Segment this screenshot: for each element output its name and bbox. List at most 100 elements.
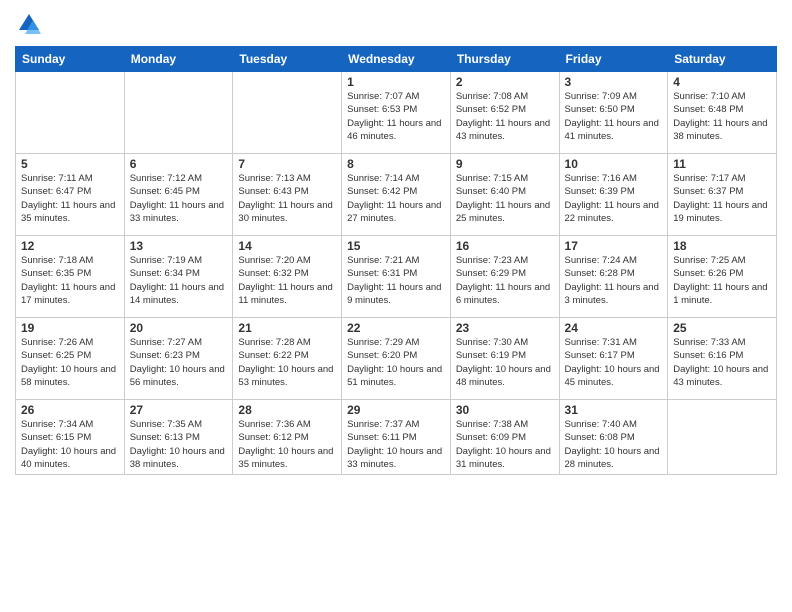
day-cell: 23Sunrise: 7:30 AM Sunset: 6:19 PM Dayli… bbox=[450, 318, 559, 400]
day-info: Sunrise: 7:21 AM Sunset: 6:31 PM Dayligh… bbox=[347, 254, 445, 307]
day-info: Sunrise: 7:29 AM Sunset: 6:20 PM Dayligh… bbox=[347, 336, 445, 389]
day-cell: 3Sunrise: 7:09 AM Sunset: 6:50 PM Daylig… bbox=[559, 72, 668, 154]
day-cell: 12Sunrise: 7:18 AM Sunset: 6:35 PM Dayli… bbox=[16, 236, 125, 318]
day-cell: 14Sunrise: 7:20 AM Sunset: 6:32 PM Dayli… bbox=[233, 236, 342, 318]
day-info: Sunrise: 7:34 AM Sunset: 6:15 PM Dayligh… bbox=[21, 418, 119, 471]
day-number: 10 bbox=[565, 157, 663, 171]
day-cell: 18Sunrise: 7:25 AM Sunset: 6:26 PM Dayli… bbox=[668, 236, 777, 318]
day-number: 20 bbox=[130, 321, 228, 335]
day-cell: 21Sunrise: 7:28 AM Sunset: 6:22 PM Dayli… bbox=[233, 318, 342, 400]
day-number: 24 bbox=[565, 321, 663, 335]
day-info: Sunrise: 7:16 AM Sunset: 6:39 PM Dayligh… bbox=[565, 172, 663, 225]
day-cell: 2Sunrise: 7:08 AM Sunset: 6:52 PM Daylig… bbox=[450, 72, 559, 154]
day-number: 7 bbox=[238, 157, 336, 171]
day-info: Sunrise: 7:13 AM Sunset: 6:43 PM Dayligh… bbox=[238, 172, 336, 225]
logo bbox=[15, 10, 47, 38]
weekday-sunday: Sunday bbox=[16, 47, 125, 72]
week-row-3: 19Sunrise: 7:26 AM Sunset: 6:25 PM Dayli… bbox=[16, 318, 777, 400]
day-cell: 6Sunrise: 7:12 AM Sunset: 6:45 PM Daylig… bbox=[124, 154, 233, 236]
calendar-body: 1Sunrise: 7:07 AM Sunset: 6:53 PM Daylig… bbox=[16, 72, 777, 475]
day-number: 19 bbox=[21, 321, 119, 335]
day-number: 3 bbox=[565, 75, 663, 89]
day-cell: 7Sunrise: 7:13 AM Sunset: 6:43 PM Daylig… bbox=[233, 154, 342, 236]
day-info: Sunrise: 7:08 AM Sunset: 6:52 PM Dayligh… bbox=[456, 90, 554, 143]
day-cell: 11Sunrise: 7:17 AM Sunset: 6:37 PM Dayli… bbox=[668, 154, 777, 236]
day-info: Sunrise: 7:24 AM Sunset: 6:28 PM Dayligh… bbox=[565, 254, 663, 307]
day-info: Sunrise: 7:33 AM Sunset: 6:16 PM Dayligh… bbox=[673, 336, 771, 389]
day-cell: 30Sunrise: 7:38 AM Sunset: 6:09 PM Dayli… bbox=[450, 400, 559, 475]
day-info: Sunrise: 7:19 AM Sunset: 6:34 PM Dayligh… bbox=[130, 254, 228, 307]
day-cell: 27Sunrise: 7:35 AM Sunset: 6:13 PM Dayli… bbox=[124, 400, 233, 475]
week-row-4: 26Sunrise: 7:34 AM Sunset: 6:15 PM Dayli… bbox=[16, 400, 777, 475]
day-cell: 24Sunrise: 7:31 AM Sunset: 6:17 PM Dayli… bbox=[559, 318, 668, 400]
day-info: Sunrise: 7:27 AM Sunset: 6:23 PM Dayligh… bbox=[130, 336, 228, 389]
day-info: Sunrise: 7:30 AM Sunset: 6:19 PM Dayligh… bbox=[456, 336, 554, 389]
day-cell bbox=[124, 72, 233, 154]
day-cell: 9Sunrise: 7:15 AM Sunset: 6:40 PM Daylig… bbox=[450, 154, 559, 236]
day-info: Sunrise: 7:12 AM Sunset: 6:45 PM Dayligh… bbox=[130, 172, 228, 225]
day-info: Sunrise: 7:09 AM Sunset: 6:50 PM Dayligh… bbox=[565, 90, 663, 143]
day-number: 12 bbox=[21, 239, 119, 253]
day-info: Sunrise: 7:07 AM Sunset: 6:53 PM Dayligh… bbox=[347, 90, 445, 143]
day-info: Sunrise: 7:18 AM Sunset: 6:35 PM Dayligh… bbox=[21, 254, 119, 307]
day-cell: 1Sunrise: 7:07 AM Sunset: 6:53 PM Daylig… bbox=[342, 72, 451, 154]
day-info: Sunrise: 7:14 AM Sunset: 6:42 PM Dayligh… bbox=[347, 172, 445, 225]
day-cell: 20Sunrise: 7:27 AM Sunset: 6:23 PM Dayli… bbox=[124, 318, 233, 400]
day-cell: 5Sunrise: 7:11 AM Sunset: 6:47 PM Daylig… bbox=[16, 154, 125, 236]
week-row-0: 1Sunrise: 7:07 AM Sunset: 6:53 PM Daylig… bbox=[16, 72, 777, 154]
day-number: 21 bbox=[238, 321, 336, 335]
weekday-tuesday: Tuesday bbox=[233, 47, 342, 72]
day-info: Sunrise: 7:20 AM Sunset: 6:32 PM Dayligh… bbox=[238, 254, 336, 307]
day-number: 2 bbox=[456, 75, 554, 89]
day-cell bbox=[233, 72, 342, 154]
day-cell: 25Sunrise: 7:33 AM Sunset: 6:16 PM Dayli… bbox=[668, 318, 777, 400]
weekday-header: SundayMondayTuesdayWednesdayThursdayFrid… bbox=[16, 47, 777, 72]
page: SundayMondayTuesdayWednesdayThursdayFrid… bbox=[0, 0, 792, 612]
day-info: Sunrise: 7:40 AM Sunset: 6:08 PM Dayligh… bbox=[565, 418, 663, 471]
day-cell: 28Sunrise: 7:36 AM Sunset: 6:12 PM Dayli… bbox=[233, 400, 342, 475]
day-number: 8 bbox=[347, 157, 445, 171]
day-number: 11 bbox=[673, 157, 771, 171]
day-number: 31 bbox=[565, 403, 663, 417]
day-cell: 29Sunrise: 7:37 AM Sunset: 6:11 PM Dayli… bbox=[342, 400, 451, 475]
day-number: 4 bbox=[673, 75, 771, 89]
day-number: 25 bbox=[673, 321, 771, 335]
day-cell: 10Sunrise: 7:16 AM Sunset: 6:39 PM Dayli… bbox=[559, 154, 668, 236]
day-number: 29 bbox=[347, 403, 445, 417]
day-number: 13 bbox=[130, 239, 228, 253]
day-info: Sunrise: 7:37 AM Sunset: 6:11 PM Dayligh… bbox=[347, 418, 445, 471]
day-number: 9 bbox=[456, 157, 554, 171]
day-info: Sunrise: 7:25 AM Sunset: 6:26 PM Dayligh… bbox=[673, 254, 771, 307]
day-cell: 16Sunrise: 7:23 AM Sunset: 6:29 PM Dayli… bbox=[450, 236, 559, 318]
day-cell: 4Sunrise: 7:10 AM Sunset: 6:48 PM Daylig… bbox=[668, 72, 777, 154]
day-info: Sunrise: 7:10 AM Sunset: 6:48 PM Dayligh… bbox=[673, 90, 771, 143]
day-cell bbox=[16, 72, 125, 154]
day-cell: 17Sunrise: 7:24 AM Sunset: 6:28 PM Dayli… bbox=[559, 236, 668, 318]
day-number: 16 bbox=[456, 239, 554, 253]
day-cell: 31Sunrise: 7:40 AM Sunset: 6:08 PM Dayli… bbox=[559, 400, 668, 475]
day-info: Sunrise: 7:26 AM Sunset: 6:25 PM Dayligh… bbox=[21, 336, 119, 389]
day-number: 26 bbox=[21, 403, 119, 417]
header bbox=[15, 10, 777, 38]
day-info: Sunrise: 7:36 AM Sunset: 6:12 PM Dayligh… bbox=[238, 418, 336, 471]
day-number: 18 bbox=[673, 239, 771, 253]
day-info: Sunrise: 7:38 AM Sunset: 6:09 PM Dayligh… bbox=[456, 418, 554, 471]
week-row-2: 12Sunrise: 7:18 AM Sunset: 6:35 PM Dayli… bbox=[16, 236, 777, 318]
weekday-monday: Monday bbox=[124, 47, 233, 72]
week-row-1: 5Sunrise: 7:11 AM Sunset: 6:47 PM Daylig… bbox=[16, 154, 777, 236]
day-info: Sunrise: 7:15 AM Sunset: 6:40 PM Dayligh… bbox=[456, 172, 554, 225]
weekday-saturday: Saturday bbox=[668, 47, 777, 72]
day-cell: 8Sunrise: 7:14 AM Sunset: 6:42 PM Daylig… bbox=[342, 154, 451, 236]
weekday-friday: Friday bbox=[559, 47, 668, 72]
day-number: 23 bbox=[456, 321, 554, 335]
weekday-thursday: Thursday bbox=[450, 47, 559, 72]
day-number: 14 bbox=[238, 239, 336, 253]
day-cell: 22Sunrise: 7:29 AM Sunset: 6:20 PM Dayli… bbox=[342, 318, 451, 400]
day-info: Sunrise: 7:11 AM Sunset: 6:47 PM Dayligh… bbox=[21, 172, 119, 225]
day-number: 30 bbox=[456, 403, 554, 417]
day-number: 17 bbox=[565, 239, 663, 253]
day-cell: 15Sunrise: 7:21 AM Sunset: 6:31 PM Dayli… bbox=[342, 236, 451, 318]
day-number: 5 bbox=[21, 157, 119, 171]
day-number: 22 bbox=[347, 321, 445, 335]
day-number: 28 bbox=[238, 403, 336, 417]
